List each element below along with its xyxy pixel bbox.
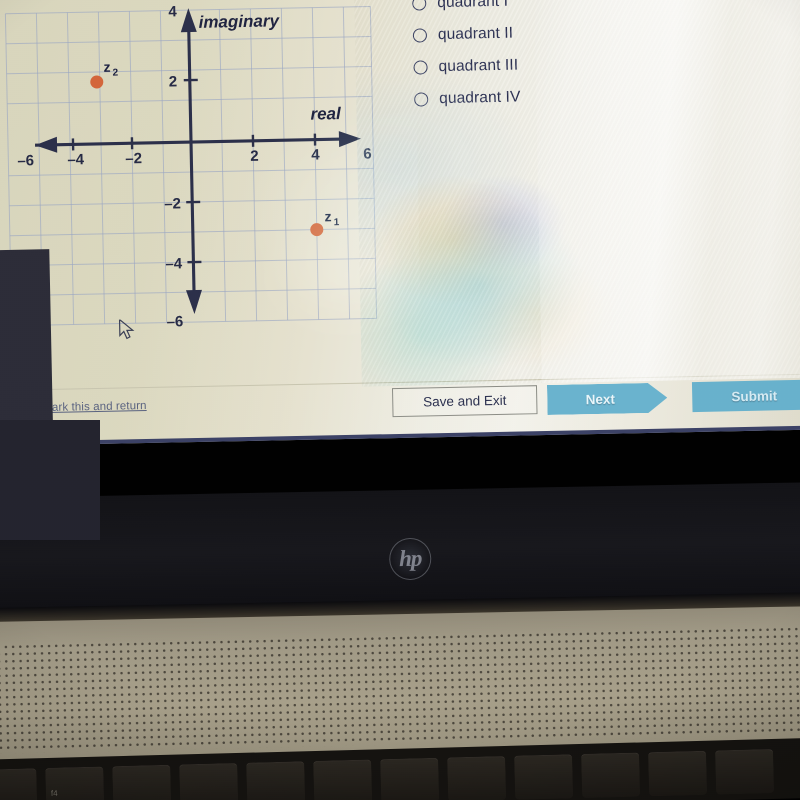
keyboard-key — [313, 759, 373, 800]
x-tick-label: 2 — [250, 148, 259, 165]
graph-svg: –6 –4 –2 2 4 6 4 2 –2 –4 –6 imaginary re… — [4, 3, 378, 331]
answer-options-list: quadrant I quadrant II quadrant III quad… — [412, 0, 715, 116]
y-tick-label: –6 — [166, 313, 183, 330]
keyboard-key — [246, 761, 306, 800]
x-tick-label: –4 — [67, 151, 85, 168]
screen-bezel-lower-left — [0, 420, 100, 540]
speaker-grille — [0, 624, 800, 754]
keyboard-key — [715, 748, 775, 795]
point-label-sub: 2 — [113, 68, 119, 79]
point-label-main: z — [103, 59, 110, 75]
keyboard-key — [514, 754, 574, 800]
imaginary-axis-label: imaginary — [198, 11, 280, 32]
keyboard-key: f4 — [45, 766, 105, 800]
radio-button-icon[interactable] — [414, 92, 429, 107]
laptop-photo: –6 –4 –2 2 4 6 4 2 –2 –4 –6 imaginary re… — [0, 0, 800, 800]
keyboard-key: f3 — [0, 768, 38, 800]
x-tick-label: –6 — [17, 152, 34, 169]
submit-button[interactable]: Submit — [691, 379, 800, 413]
x-tick-label: 4 — [311, 146, 320, 163]
imaginary-axis — [180, 8, 202, 315]
option-label: quadrant II — [437, 24, 514, 44]
keyboard-key — [648, 750, 708, 797]
keyboard-key — [380, 757, 440, 800]
keyboard-key — [581, 752, 641, 798]
complex-plane-graph: –6 –4 –2 2 4 6 4 2 –2 –4 –6 imaginary re… — [2, 0, 381, 340]
option-label: quadrant III — [438, 56, 519, 76]
x-tick-label: –2 — [125, 150, 142, 167]
y-tick-label: –2 — [164, 195, 181, 212]
option-label: quadrant IV — [439, 88, 521, 108]
radio-button-icon[interactable] — [413, 60, 428, 75]
next-button[interactable]: Next — [547, 383, 668, 415]
hp-logo: hp — [388, 537, 432, 581]
option-quadrant-4[interactable]: quadrant IV — [414, 78, 715, 116]
keyboard-key — [112, 764, 172, 800]
mark-this-and-return-link[interactable]: Mark this and return — [42, 400, 146, 414]
data-point-z2: z 2 — [90, 59, 119, 89]
y-tick-label: 2 — [169, 73, 178, 90]
data-point-z1: z 1 — [310, 208, 340, 237]
y-tick-label: 4 — [168, 3, 177, 20]
mouse-cursor-icon — [118, 319, 135, 340]
point-label-main: z — [324, 208, 331, 224]
keyboard-key — [447, 755, 507, 800]
x-tick-label: 6 — [363, 145, 372, 162]
save-and-exit-button[interactable]: Save and Exit — [391, 385, 538, 418]
laptop-screen: –6 –4 –2 2 4 6 4 2 –2 –4 –6 imaginary re… — [0, 0, 800, 446]
real-axis-label: real — [310, 104, 342, 124]
option-label: quadrant I — [437, 0, 509, 12]
point-label-sub: 1 — [334, 217, 340, 228]
radio-button-icon[interactable] — [412, 28, 428, 43]
keyboard-key — [179, 763, 239, 800]
y-tick-label: –4 — [165, 255, 183, 272]
radio-button-icon[interactable] — [412, 0, 427, 11]
quiz-content-area: –6 –4 –2 2 4 6 4 2 –2 –4 –6 imaginary re… — [0, 0, 800, 394]
